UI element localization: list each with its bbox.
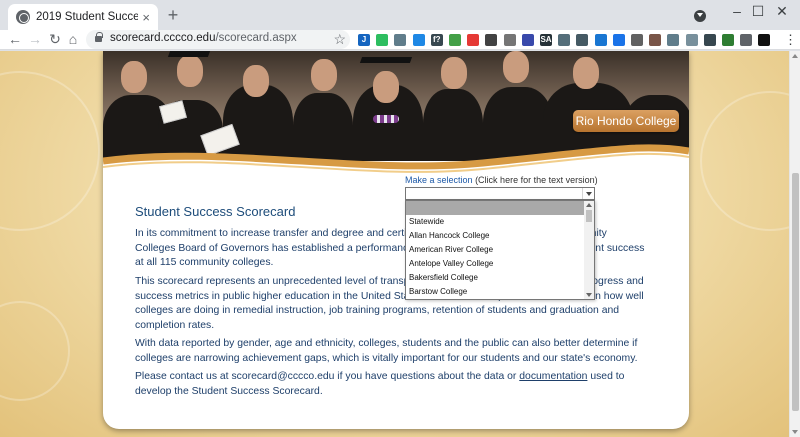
profile-icon[interactable] bbox=[758, 34, 771, 46]
scroll-up-icon[interactable] bbox=[586, 203, 592, 207]
page-viewport: Rio Hondo College Make a selection (Clic… bbox=[0, 51, 789, 437]
college-select[interactable] bbox=[405, 187, 595, 200]
bookmark-star-icon[interactable]: ☆ bbox=[333, 31, 346, 48]
calendar-ext-icon[interactable] bbox=[412, 34, 425, 46]
puzzle-icon[interactable] bbox=[740, 34, 753, 46]
globe-icon bbox=[16, 10, 30, 24]
contact-paragraph: Please contact us at scorecard@cccco.edu… bbox=[135, 371, 625, 397]
ext-circle-icon[interactable] bbox=[631, 34, 643, 46]
puzzle-ext-icon[interactable] bbox=[394, 34, 407, 46]
hero-wave-decoration bbox=[103, 144, 689, 185]
dropdown-option[interactable]: Barstow College bbox=[406, 285, 594, 299]
ext-screen-icon[interactable] bbox=[667, 34, 680, 46]
background-decoration bbox=[0, 301, 70, 401]
background-decoration bbox=[700, 91, 789, 231]
lock-icon[interactable] bbox=[95, 32, 103, 42]
translate-ext-icon[interactable] bbox=[612, 34, 625, 46]
scroll-down-icon[interactable] bbox=[792, 430, 798, 434]
home-button[interactable]: ⌂ bbox=[64, 30, 82, 50]
tab-title: 2019 Student Success Scorecard bbox=[36, 11, 139, 23]
selection-label[interactable]: Make a selection (Click here for the tex… bbox=[405, 175, 598, 185]
documentation-link[interactable]: documentation bbox=[519, 371, 587, 382]
formula-icon[interactable]: f? bbox=[430, 34, 443, 46]
tab-search-icon[interactable] bbox=[694, 10, 706, 22]
evernote-icon[interactable] bbox=[376, 34, 389, 46]
dropdown-option[interactable]: Allan Hancock College bbox=[406, 229, 594, 243]
dropdown-option[interactable]: Bakersfield College bbox=[406, 271, 594, 285]
dropdown-scrollbar[interactable] bbox=[584, 201, 594, 299]
data-paragraph: With data reported by gender, age and et… bbox=[135, 338, 638, 364]
ext-box-icon[interactable] bbox=[649, 34, 662, 46]
browser-toolbar: ← → ↻ ⌂ scorecard.cccco.edu/scorecard.as… bbox=[0, 30, 800, 50]
ext-doc-icon[interactable] bbox=[558, 34, 571, 46]
reload-button[interactable]: ↻ bbox=[46, 30, 64, 50]
background-decoration bbox=[0, 71, 100, 231]
tab-strip: 2019 Student Success Scorecard × + – ☐ ✕ bbox=[0, 0, 800, 30]
ext-counter-icon[interactable] bbox=[722, 34, 734, 46]
dropdown-option[interactable]: American River College bbox=[406, 243, 594, 257]
page-scrollbar[interactable] bbox=[789, 51, 800, 437]
browser-menu-button[interactable]: ⋮ bbox=[784, 32, 797, 48]
page-title: Student Success Scorecard bbox=[135, 204, 296, 219]
forward-button[interactable]: → bbox=[26, 30, 44, 50]
new-tab-button[interactable]: + bbox=[164, 6, 182, 24]
ext-blue-icon[interactable] bbox=[594, 34, 607, 46]
close-window-button[interactable]: ✕ bbox=[762, 0, 800, 28]
tab-close-icon[interactable]: × bbox=[142, 10, 150, 25]
address-bar[interactable]: scorecard.cccco.edu/scorecard.aspx ☆ bbox=[86, 30, 350, 49]
ext-window-icon[interactable] bbox=[685, 34, 698, 46]
sa-ext-icon[interactable]: SA bbox=[540, 34, 552, 46]
scorecard-panel: Rio Hondo College Make a selection (Clic… bbox=[103, 51, 689, 429]
back-button[interactable]: ← bbox=[6, 30, 24, 50]
scroll-down-icon[interactable] bbox=[586, 293, 592, 297]
ext-dark-icon[interactable] bbox=[485, 34, 498, 46]
ext-gray-icon[interactable] bbox=[503, 34, 516, 46]
page-scroll-thumb[interactable] bbox=[792, 173, 799, 411]
camera-ext-icon[interactable] bbox=[521, 34, 534, 46]
college-dropdown-list[interactable]: Statewide Allan Hancock College American… bbox=[405, 200, 595, 300]
dropdown-option[interactable]: Statewide bbox=[406, 215, 594, 229]
chevron-down-icon[interactable] bbox=[582, 188, 594, 199]
dropdown-scroll-thumb[interactable] bbox=[586, 210, 592, 222]
eye-ext-icon[interactable] bbox=[703, 34, 716, 46]
J-icon[interactable]: J bbox=[358, 34, 370, 46]
tab-scorecard[interactable]: 2019 Student Success Scorecard × bbox=[8, 4, 158, 30]
dropdown-option[interactable]: Antelope Valley College bbox=[406, 257, 594, 271]
ext-red-icon[interactable] bbox=[467, 34, 480, 46]
ext-green-icon[interactable] bbox=[449, 34, 461, 46]
ext-grid-icon[interactable] bbox=[576, 34, 589, 46]
url-text[interactable]: scorecard.cccco.edu/scorecard.aspx bbox=[110, 32, 297, 44]
scroll-up-icon[interactable] bbox=[792, 54, 798, 58]
dropdown-option[interactable] bbox=[406, 201, 594, 215]
